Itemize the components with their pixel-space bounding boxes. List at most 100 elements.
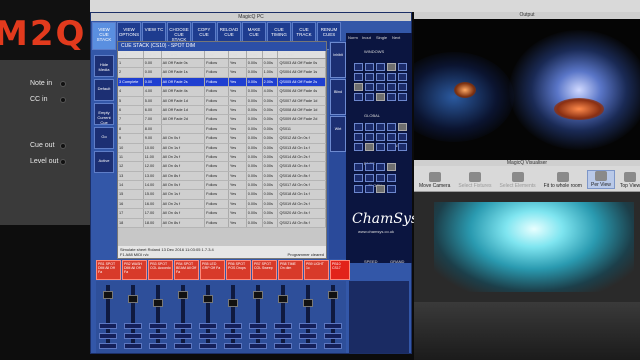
keypad-button[interactable]	[354, 133, 363, 141]
keypad-button[interactable]	[387, 163, 396, 171]
cue-row[interactable]: 4 4.00 All Off Fade 4s Follow Yes 0.00s 4.00s Q…	[118, 87, 326, 97]
side-button[interactable]: Active	[94, 151, 114, 173]
keypad-button[interactable]	[365, 143, 374, 151]
fader-select-button[interactable]	[124, 343, 142, 349]
keypad-button[interactable]	[387, 133, 396, 141]
visualiser-toolbar-button[interactable]: Move Camera	[416, 172, 453, 189]
keypad-button[interactable]	[365, 185, 374, 193]
fader-go-button[interactable]	[149, 323, 167, 329]
keypad-button[interactable]	[376, 143, 385, 151]
keypad-button[interactable]	[387, 174, 396, 182]
fader-knob[interactable]	[203, 295, 213, 303]
fader-select-button[interactable]	[174, 343, 192, 349]
fader-select-button[interactable]	[249, 343, 267, 349]
column-header[interactable]: Fade	[263, 51, 279, 58]
column-header[interactable]: Step	[118, 51, 144, 58]
column-header[interactable]: Delay	[247, 51, 263, 58]
tab-0[interactable]: VIEW CUE STACK	[92, 22, 116, 50]
side-button[interactable]: Default	[94, 79, 114, 101]
keypad-button[interactable]	[365, 93, 374, 101]
playback-fader[interactable]	[171, 283, 196, 351]
fader-flash-button[interactable]	[124, 333, 142, 339]
column-header[interactable]: Halt	[229, 51, 247, 58]
fader-flash-button[interactable]	[274, 333, 292, 339]
fader-go-button[interactable]	[324, 323, 342, 329]
keypad-button[interactable]	[354, 83, 363, 91]
cue-row[interactable]: 16 16.00 All On 2s f Follow Yes 0.00s 0.00s QS0…	[118, 199, 326, 210]
keypad-button[interactable]	[376, 63, 385, 71]
visualiser-toolbar-button[interactable]: Select Elements	[496, 172, 538, 189]
playback-fader[interactable]	[121, 283, 146, 351]
keypad-button[interactable]	[365, 73, 374, 81]
cue-row[interactable]: 7 7.00 All Off Fade 2d Follow Yes 0.00s 0.00s Q…	[118, 115, 326, 125]
fader-go-button[interactable]	[199, 323, 217, 329]
cue-row[interactable]: 13 13.00 All On 8s f Follow Yes 0.00s 0.00s QS0…	[118, 171, 326, 182]
cue-row[interactable]: 1 0.00 All Off Fade 0s Follow Yes 0.00s 0.00s Q…	[118, 59, 326, 69]
keypad-button[interactable]	[387, 73, 396, 81]
keypad-button[interactable]	[376, 163, 385, 171]
keypad-button[interactable]	[376, 123, 385, 131]
keypad-button[interactable]	[365, 133, 374, 141]
fader-flash-button[interactable]	[199, 333, 217, 339]
fader-flash-button[interactable]	[249, 333, 267, 339]
playback-button[interactable]: PB6 SPOT POS Drops	[226, 260, 251, 280]
keypad-button[interactable]	[354, 93, 363, 101]
fader-knob[interactable]	[228, 299, 238, 307]
cue-row[interactable]: 14 14.00 All On 0s f Follow Yes 0.00s 0.00s QS0…	[118, 181, 326, 191]
fader-select-button[interactable]	[199, 343, 217, 349]
keypad-button[interactable]	[387, 123, 396, 131]
playback-button[interactable]: PB2 WASH DIM All Off Fa	[122, 260, 147, 280]
fader-knob[interactable]	[103, 291, 113, 299]
fader-go-button[interactable]	[174, 323, 192, 329]
keypad-button[interactable]	[387, 185, 396, 193]
column-header[interactable]: Cue id	[144, 51, 162, 58]
fader-go-button[interactable]	[124, 323, 142, 329]
keypad-button[interactable]	[387, 83, 396, 91]
playback-fader[interactable]	[196, 283, 221, 351]
keypad-button[interactable]	[354, 63, 363, 71]
keypad-button[interactable]	[365, 163, 374, 171]
keypad-button[interactable]	[365, 83, 374, 91]
cue-row[interactable]: 15 15.00 All On 1s f Follow Yes 0.00s 0.00s QS0…	[118, 190, 326, 200]
fader-select-button[interactable]	[299, 343, 317, 349]
cue-row[interactable]: 3 Complete 0.00 All Off Fade 2s Follow Yes 0.…	[118, 77, 326, 88]
playback-fader[interactable]	[221, 283, 246, 351]
cue-row[interactable]: 6 6.00 All Off Fade 1d Follow Yes 0.00s 0.00s Q…	[118, 105, 326, 116]
fader-knob[interactable]	[278, 295, 288, 303]
side-button[interactable]: Hide Media	[94, 55, 114, 77]
playback-fader[interactable]	[296, 283, 321, 351]
playback-button[interactable]: PB3 SPOT COL Accordo	[148, 260, 173, 280]
fader-flash-button[interactable]	[149, 333, 167, 339]
column-header[interactable]: Wait	[205, 51, 229, 58]
playback-button[interactable]: PB5 LED GRP Off Fa	[200, 260, 225, 280]
visualiser-toolbar-button[interactable]: Select Fixtures	[455, 172, 494, 189]
fader-knob[interactable]	[178, 291, 188, 299]
playback-button[interactable]: PB1 SPOT DIM All Off Fa	[96, 260, 121, 280]
fader-flash-button[interactable]	[174, 333, 192, 339]
keypad-button[interactable]	[376, 93, 385, 101]
keypad-button[interactable]	[376, 73, 385, 81]
visualiser-toolbar-button[interactable]: Fit to whole room	[541, 172, 585, 189]
keypad-button[interactable]	[398, 143, 407, 151]
fader-knob[interactable]	[303, 299, 313, 307]
cue-row[interactable]: 11 11.00 All On 2s f Follow Yes 0.00s 0.00s QS0…	[118, 152, 326, 163]
fader-flash-button[interactable]	[99, 333, 117, 339]
keypad-button[interactable]	[354, 123, 363, 131]
strip-button[interactable]: Wbt	[330, 116, 346, 152]
fader-select-button[interactable]	[324, 343, 342, 349]
keypad-button[interactable]	[365, 123, 374, 131]
fader-go-button[interactable]	[249, 323, 267, 329]
keypad-button[interactable]	[376, 83, 385, 91]
playback-button[interactable]: PB7 SPOT COL Sweep	[252, 260, 277, 280]
keypad-button[interactable]	[354, 73, 363, 81]
keypad-button[interactable]	[354, 174, 363, 182]
keypad-button[interactable]	[354, 163, 363, 171]
keypad-button[interactable]	[354, 185, 363, 193]
keypad-button[interactable]	[376, 133, 385, 141]
keypad-button[interactable]	[387, 63, 396, 71]
side-button[interactable]: Empty Current Cue	[94, 103, 114, 125]
fader-knob[interactable]	[153, 299, 163, 307]
keypad-button[interactable]	[398, 83, 407, 91]
keypad-button[interactable]	[398, 123, 407, 131]
cue-row[interactable]: 17 17.00 All On 4s f Follow Yes 0.00s 0.00s QS0…	[118, 209, 326, 219]
